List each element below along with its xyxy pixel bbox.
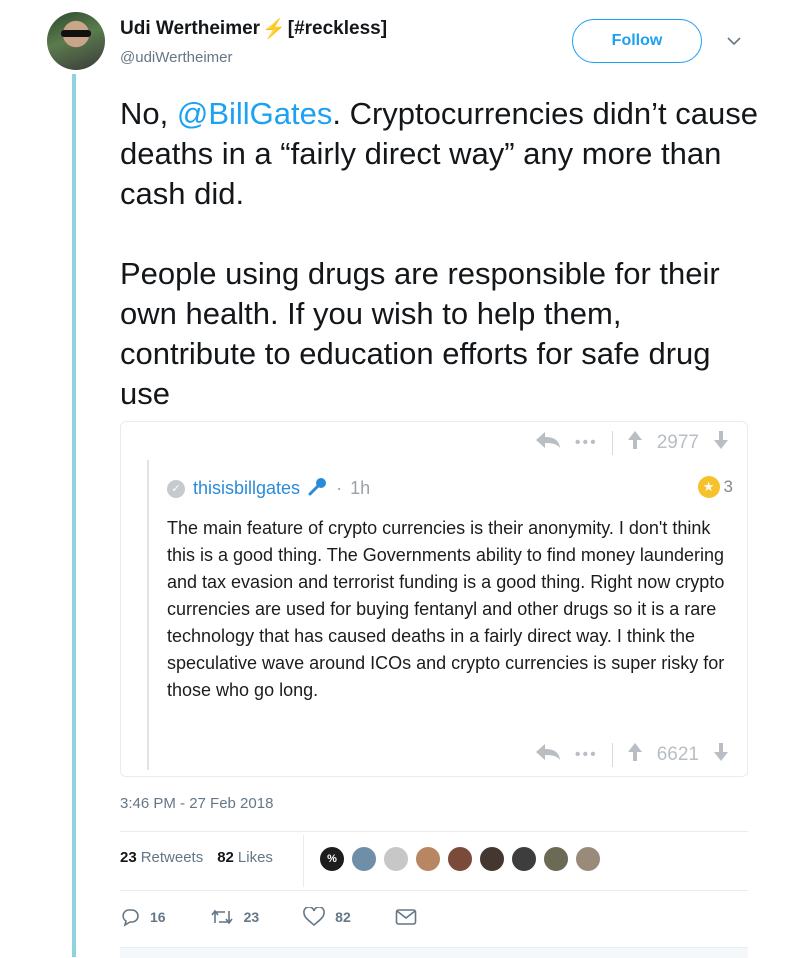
liker-avatar[interactable] xyxy=(478,845,506,873)
likes-count[interactable]: 82 xyxy=(217,849,234,866)
tweet-stats: 23 Retweets 82 Likes xyxy=(120,849,273,866)
star-award-icon: ★ xyxy=(697,476,720,498)
lightning-bolt-icon: ⚡ xyxy=(262,19,286,40)
microphone-icon xyxy=(308,476,328,501)
action-bar: 16 23 82 xyxy=(120,907,461,927)
award-badge: ★ 3 xyxy=(697,476,733,498)
liker-avatar[interactable] xyxy=(350,845,378,873)
mention-link[interactable]: @BillGates xyxy=(177,96,333,131)
reply-arrow-icon xyxy=(535,431,561,455)
retweet-count: 23 xyxy=(243,909,260,925)
follow-button[interactable]: Follow xyxy=(572,19,702,63)
reply-icon xyxy=(122,909,139,927)
author-name-suffix: [#reckless] xyxy=(287,18,388,39)
liker-avatars: % xyxy=(318,845,602,873)
liker-avatar[interactable]: % xyxy=(318,845,346,873)
embedded-screenshot[interactable]: ••• 2977 ✓ thisisbillgates · 1h ★ 3 The … xyxy=(120,421,748,777)
vote-bar-top: ••• 2977 xyxy=(535,430,729,456)
reply-button[interactable]: 16 xyxy=(120,907,166,927)
divider xyxy=(120,831,748,832)
more-dots-icon: ••• xyxy=(574,746,598,763)
liker-avatar[interactable] xyxy=(446,845,474,873)
more-dots-icon: ••• xyxy=(574,434,598,451)
comment-body: The main feature of crypto currencies is… xyxy=(167,518,725,700)
tweet-text: No, @BillGates. Cryptocurrencies didn’t … xyxy=(120,94,760,414)
verified-check-icon: ✓ xyxy=(167,479,185,498)
tweet-paragraph-1: No, @BillGates. Cryptocurrencies didn’t … xyxy=(120,96,758,211)
downvote-arrow-icon xyxy=(713,742,729,768)
comment-time: 1h xyxy=(350,478,371,498)
stats-separator xyxy=(303,835,304,887)
like-button[interactable]: 82 xyxy=(303,907,351,927)
tweet-paragraph-2: People using drugs are responsible for t… xyxy=(120,256,720,411)
heart-icon xyxy=(303,907,325,927)
liker-avatar[interactable] xyxy=(510,845,538,873)
retweet-button[interactable]: 23 xyxy=(210,907,260,927)
comment-header: ✓ thisisbillgates · 1h xyxy=(167,476,370,501)
reply-arrow-icon xyxy=(535,743,561,767)
thread-line xyxy=(72,74,76,957)
downvote-arrow-icon xyxy=(713,430,729,456)
reply-box-edge xyxy=(120,947,748,958)
envelope-icon xyxy=(395,909,417,925)
like-count: 82 xyxy=(335,909,351,925)
liker-avatar[interactable] xyxy=(382,845,410,873)
top-score: 2977 xyxy=(656,432,699,453)
author-name[interactable]: Udi Wertheimer xyxy=(120,18,260,40)
reply-count: 16 xyxy=(150,909,166,925)
liker-avatar[interactable] xyxy=(574,845,602,873)
bottom-score: 6621 xyxy=(656,744,699,765)
author-handle[interactable]: @udiWertheimer xyxy=(120,49,387,66)
comment-username: thisisbillgates xyxy=(193,478,301,498)
author-avatar[interactable] xyxy=(47,12,105,70)
award-count: 3 xyxy=(723,477,733,496)
liker-avatar[interactable] xyxy=(542,845,570,873)
upvote-arrow-icon xyxy=(627,742,643,768)
retweet-icon xyxy=(210,909,233,925)
tweet-timestamp[interactable]: 3:46 PM - 27 Feb 2018 xyxy=(120,795,273,812)
liker-avatar[interactable] xyxy=(414,845,442,873)
author-info: Udi Wertheimer ⚡ [#reckless] @udiWerthei… xyxy=(120,17,387,66)
divider xyxy=(120,890,748,891)
reply-indent-line xyxy=(147,460,149,770)
direct-message-button[interactable] xyxy=(395,908,417,926)
retweets-label[interactable]: Retweets xyxy=(141,849,204,866)
retweets-count[interactable]: 23 xyxy=(120,849,137,866)
likes-label[interactable]: Likes xyxy=(238,849,273,866)
upvote-arrow-icon xyxy=(627,430,643,456)
vote-bar-bottom: ••• 6621 xyxy=(535,742,729,768)
chevron-down-icon[interactable] xyxy=(727,33,741,49)
